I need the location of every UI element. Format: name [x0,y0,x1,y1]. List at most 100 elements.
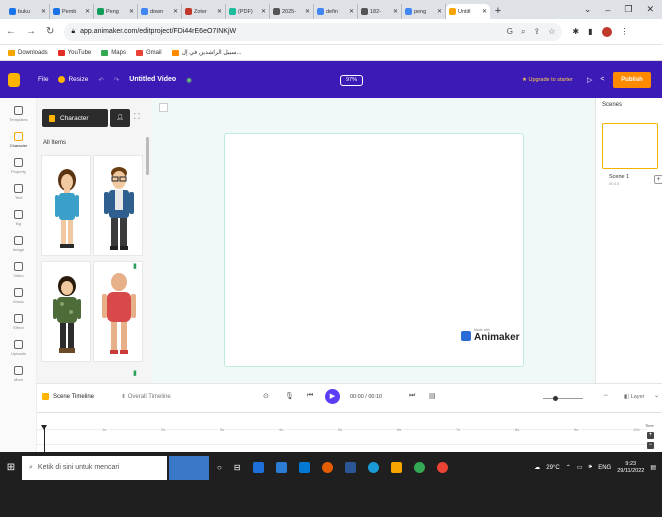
publish-button[interactable]: Publish [613,72,651,88]
scene-stage[interactable]: Made with Animaker [224,133,524,367]
sidebar-icon[interactable]: ▮ [588,27,592,36]
redo-icon[interactable]: ↷ [114,76,119,84]
volume-icon[interactable]: 🕪︎ [588,464,592,471]
bookmark-star-icon[interactable]: ☆ [548,27,555,37]
undo-icon[interactable]: ↶ [98,76,103,84]
browser-tab[interactable]: down ✕ [138,4,182,19]
character-dropdown[interactable]: Character [42,109,108,127]
scene-timeline-tab[interactable]: Scene Timeline [42,393,94,400]
reload-icon[interactable]: ↻ [46,26,54,37]
sidebar-item[interactable]: Image [0,236,37,252]
zoom-in-button[interactable]: + [647,432,654,439]
clock[interactable]: 9:23 29/11/2022 [617,461,644,474]
browser-tab[interactable]: Untitl ✕ [446,4,490,19]
tray-chevron-icon[interactable]: ⌃ [566,464,571,471]
mail-icon[interactable] [298,462,310,473]
timeline-zoom-slider[interactable] [543,396,583,401]
skip-back-icon[interactable]: ⏮︎ [307,392,313,400]
browser-tab[interactable]: Pemb ✕ [50,4,94,19]
sidebar-item[interactable]: Uploads [0,340,37,356]
chrome-icon[interactable] [413,462,425,473]
share-icon[interactable]: ⇪ [534,27,541,37]
back-icon[interactable]: ← [6,26,16,37]
bookmark-item[interactable]: Gmail [135,49,162,56]
sidebar-item[interactable]: Templates [0,106,37,122]
zoom-out-button[interactable]: − [647,442,654,449]
slider-knob[interactable] [553,396,558,401]
browser-tab[interactable]: Peng ✕ [94,4,138,19]
sidebar-item[interactable]: Text [0,184,37,200]
google-icon[interactable]: G [507,27,513,37]
scene-thumbnail[interactable] [602,123,658,169]
expand-icon[interactable]: ⛶ [134,112,140,122]
close-tab-icon[interactable]: ✕ [482,8,487,15]
character-type-button[interactable]: 👤︎ [110,109,130,127]
maximize-button[interactable]: ❐ [624,4,632,15]
close-tab-icon[interactable]: ✕ [129,8,134,15]
profile-avatar[interactable] [601,26,612,37]
close-window-button[interactable]: ✕ [646,4,654,15]
close-tab-icon[interactable]: ✕ [85,8,90,15]
browser-tab[interactable]: 2025- ✕ [270,4,314,19]
character-card[interactable] [41,155,91,256]
character-card[interactable] [93,155,143,256]
character-card[interactable] [41,261,91,362]
preview-icon[interactable]: ▷ [587,76,592,84]
bookmark-item[interactable]: سبيل الراشدين في إل... [171,49,242,56]
extensions-icon[interactable]: ✱ [572,27,579,36]
browser-tab[interactable]: (PDF) ✕ [226,4,270,19]
subtitle-icon[interactable]: ▤ [429,392,436,400]
layer-dropdown[interactable]: ◧ Layer [624,394,645,400]
share-project-icon[interactable]: < [600,76,604,84]
bookmark-item[interactable]: Maps [101,49,126,56]
cortana-circle-icon[interactable]: ○ [217,463,222,472]
mic-icon[interactable]: 🎙︎ [285,392,294,400]
weather-temp[interactable]: 29°C [546,465,559,471]
browser-tab[interactable]: Zoter ✕ [182,4,226,19]
select-checkbox[interactable] [159,103,168,112]
close-tab-icon[interactable]: ✕ [349,8,354,15]
close-tab-icon[interactable]: ✕ [393,8,398,15]
minimize-button[interactable]: – [605,5,610,15]
new-tab-button[interactable]: + [490,4,506,19]
edge-icon[interactable] [367,462,379,473]
tab-search-icon[interactable]: ⌄ [584,4,592,15]
video-title[interactable]: Untitled Video [129,76,176,83]
firefox-icon[interactable] [321,462,333,473]
skip-forward-icon[interactable]: ⏭︎ [409,392,415,400]
zoom-level[interactable]: 97% [340,75,363,86]
bookmark-item[interactable]: YouTube [57,49,91,56]
notification-icon[interactable]: ▤ [650,464,656,471]
word-icon[interactable] [344,462,356,473]
close-tab-icon[interactable]: ✕ [217,8,222,15]
sidebar-item[interactable]: Effect [0,314,37,330]
zoom-icon[interactable]: ⌕ [521,27,525,37]
close-tab-icon[interactable]: ✕ [437,8,442,15]
chevron-down-icon[interactable]: ⌄ [654,392,659,399]
sidebar-item[interactable]: Property [0,158,37,174]
sidebar-item[interactable]: Bg [0,210,37,226]
close-tab-icon[interactable]: ✕ [41,8,46,15]
upgrade-link[interactable]: ★ Upgrade to starter [522,77,573,83]
sidebar-item[interactable]: Character [0,132,37,148]
close-tab-icon[interactable]: ✕ [173,8,178,15]
app-icon[interactable] [275,462,287,473]
browser-tab[interactable]: buku ✕ [6,4,50,19]
overall-timeline-tab[interactable]: ⇟ Overall Timeline [121,393,171,400]
play-button[interactable]: ▶ [325,389,340,404]
network-icon[interactable]: ▭ [577,464,583,471]
cortana-image[interactable] [169,455,209,480]
file-menu[interactable]: File [38,76,48,83]
browser-tab[interactable]: defin ✕ [314,4,358,19]
chrome-icon[interactable] [436,462,448,473]
url-field[interactable]: 🔒︎ app.animaker.com/editproject/FDi44rE6… [64,22,563,41]
app-icon[interactable] [390,462,402,473]
browser-tab[interactable]: 182- ✕ [358,4,402,19]
browser-menu-icon[interactable]: ⋮ [621,27,629,36]
language-indicator[interactable]: ENG [598,465,611,471]
panel-scrollbar[interactable] [146,137,149,175]
taskbar-search[interactable]: ⌕ Ketik di sini untuk mencari [22,455,167,480]
sidebar-item[interactable]: More [0,366,37,382]
camera-icon[interactable]: ⊙ [263,392,269,400]
task-view-icon[interactable]: ⊟ [234,463,241,472]
